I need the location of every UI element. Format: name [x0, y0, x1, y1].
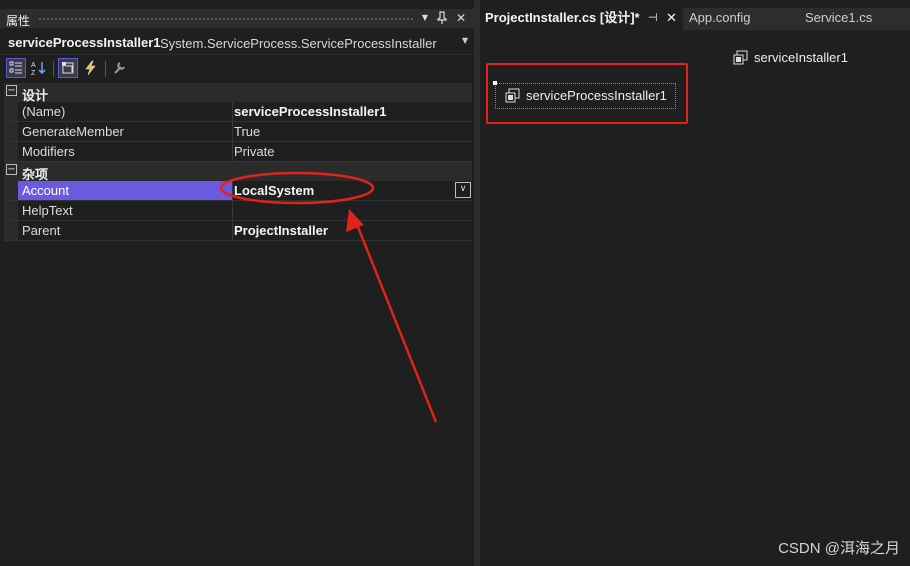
chevron-down-icon[interactable]: ▼ — [462, 36, 468, 45]
events-icon[interactable] — [81, 58, 101, 78]
properties-title-bar[interactable]: 属性 ▼ ✕ — [0, 9, 474, 28]
document-tab-strip: ProjectInstaller.cs [设计]* ⊣ ✕ App.config… — [480, 8, 910, 30]
properties-title: 属性 — [6, 14, 31, 28]
component-label: serviceInstaller1 — [754, 50, 848, 65]
collapse-icon[interactable]: − — [6, 164, 17, 175]
drag-grip[interactable] — [38, 17, 413, 22]
property-row-generatemember[interactable]: GenerateMember True — [4, 122, 472, 142]
property-name: Parent — [18, 221, 233, 240]
property-name: HelpText — [18, 201, 233, 220]
collapse-icon[interactable]: − — [6, 85, 17, 96]
property-value[interactable]: serviceProcessInstaller1 — [234, 102, 387, 121]
tab-app-config[interactable]: App.config — [684, 8, 798, 30]
property-row-account[interactable]: Account LocalSystem ∨ — [4, 181, 472, 201]
object-name: serviceProcessInstaller1 — [8, 35, 161, 50]
chevron-down-icon[interactable]: ∨ — [455, 182, 471, 198]
selection-handle[interactable] — [493, 81, 497, 85]
component-serviceinstaller1[interactable]: serviceInstaller1 — [733, 50, 848, 65]
window-position-dropdown-icon[interactable]: ▼ — [418, 13, 432, 28]
property-grid: − 设计 (Name) serviceProcessInstaller1 Gen… — [4, 83, 472, 241]
category-misc[interactable]: − 杂项 — [4, 162, 472, 182]
svg-text:A: A — [31, 62, 36, 69]
property-value[interactable]: ProjectInstaller — [234, 221, 328, 240]
property-row-modifiers[interactable]: Modifiers Private — [4, 142, 472, 162]
properties-toolbar: AZ — [0, 56, 474, 82]
property-name: Modifiers — [18, 142, 233, 161]
component-icon — [733, 50, 748, 65]
property-value[interactable]: True — [234, 122, 260, 141]
categorized-icon[interactable] — [6, 58, 26, 78]
toolbar-separator — [105, 61, 106, 77]
component-label: serviceProcessInstaller1 — [526, 88, 667, 103]
component-serviceprocessinstaller1[interactable]: serviceProcessInstaller1 — [505, 88, 667, 103]
watermark: CSDN @洱海之月 — [778, 540, 900, 557]
property-name: (Name) — [18, 102, 233, 121]
tab-projectinstaller-design[interactable]: ProjectInstaller.cs [设计]* ⊣ ✕ — [480, 8, 683, 30]
tab-service1[interactable]: Service1.cs — [800, 8, 910, 30]
tab-label: App.config — [689, 10, 751, 25]
tab-label: Service1.cs — [805, 10, 873, 25]
pin-icon[interactable] — [436, 11, 450, 26]
properties-panel: 属性 ▼ ✕ serviceProcessInstaller1 System.S… — [0, 0, 474, 566]
svg-text:Z: Z — [31, 70, 36, 76]
close-icon[interactable]: ✕ — [666, 8, 677, 28]
property-value[interactable]: Private — [234, 142, 274, 161]
component-icon — [505, 88, 520, 103]
properties-icon[interactable] — [58, 58, 78, 78]
close-icon[interactable]: ✕ — [454, 11, 468, 26]
property-row-name[interactable]: (Name) serviceProcessInstaller1 — [4, 102, 472, 122]
property-row-parent[interactable]: Parent ProjectInstaller — [4, 221, 472, 241]
alphabetical-icon[interactable]: AZ — [29, 58, 49, 78]
toolbar-separator — [53, 61, 54, 77]
property-name: GenerateMember — [18, 122, 233, 141]
tab-label: ProjectInstaller.cs [设计]* — [485, 10, 640, 25]
pin-icon[interactable]: ⊣ — [648, 8, 658, 28]
property-pages-icon[interactable] — [110, 58, 130, 78]
property-row-helptext[interactable]: HelpText — [4, 201, 472, 221]
property-value[interactable]: LocalSystem — [234, 181, 314, 200]
property-name: Account — [18, 181, 233, 200]
object-selector[interactable]: serviceProcessInstaller1 System.ServiceP… — [0, 30, 474, 55]
object-type: System.ServiceProcess.ServiceProcessInst… — [160, 36, 437, 51]
category-design[interactable]: − 设计 — [4, 83, 472, 103]
